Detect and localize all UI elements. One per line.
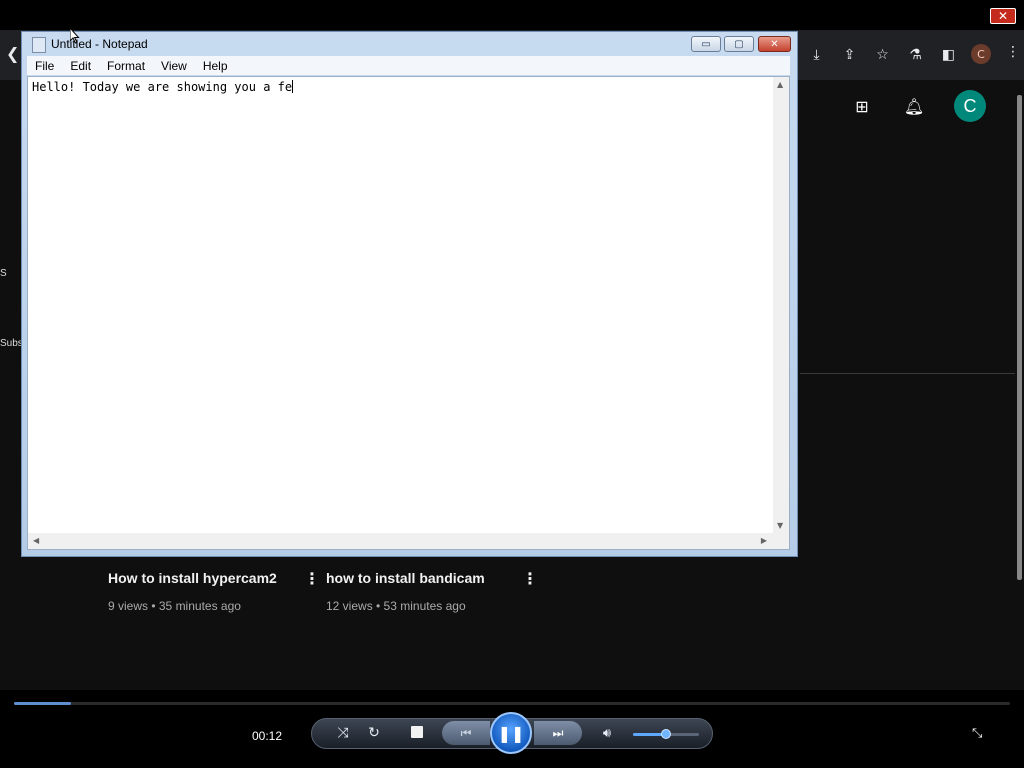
horizontal-scrollbar[interactable]: ◀ ▶: [28, 533, 773, 549]
editor-content[interactable]: Hello! Today we are showing you a fe: [32, 80, 294, 94]
star-icon[interactable]: ☆: [866, 44, 899, 66]
mouse-pointer-icon: [70, 28, 80, 44]
stop-icon[interactable]: [411, 726, 423, 738]
menu-format[interactable]: Format: [99, 59, 153, 73]
more-icon[interactable]: ⋮: [1006, 44, 1020, 60]
video-menu-icon[interactable]: ⋮: [304, 569, 320, 588]
sidepanel-icon[interactable]: ◧: [932, 44, 965, 66]
sidebar-label-short[interactable]: S: [0, 268, 7, 279]
sidebar-label-subscriptions[interactable]: Subs: [0, 338, 23, 349]
minimize-button[interactable]: ▭: [691, 36, 721, 52]
video-title[interactable]: How to install hypercam2: [108, 570, 277, 586]
menu-bar: File Edit Format View Help: [27, 56, 790, 75]
share-icon[interactable]: ⇪: [833, 44, 866, 66]
volume-icon[interactable]: 🔊︎: [598, 724, 616, 742]
shuffle-icon[interactable]: ⤨: [334, 724, 352, 742]
browser-toolbar-icons: ⤓ ⇪ ☆ ⚗ ◧ C: [800, 44, 997, 66]
elapsed-time: 00:12: [252, 729, 283, 743]
transport-controls: ⤨ ↻ ⏮ ❚❚ ⏭ 🔊︎: [311, 712, 713, 754]
notepad-app-icon: [32, 37, 46, 53]
page-scrollbar[interactable]: [1017, 95, 1022, 580]
next-icon[interactable]: ⏭: [534, 721, 582, 745]
notepad-window[interactable]: Untitled - Notepad ▭ ▢ ✕ File Edit Forma…: [21, 31, 798, 557]
notepad-title-bar[interactable]: Untitled - Notepad ▭ ▢ ✕: [22, 32, 797, 56]
download-icon[interactable]: ⤓: [800, 44, 833, 66]
video-menu-icon[interactable]: ⋮: [522, 569, 538, 588]
volume-slider[interactable]: [633, 729, 699, 739]
menu-help[interactable]: Help: [195, 59, 236, 73]
scroll-left-icon[interactable]: ◀: [33, 536, 39, 545]
menu-view[interactable]: View: [153, 59, 195, 73]
scroll-down-icon[interactable]: ▼: [777, 521, 783, 530]
notifications-bell-icon[interactable]: 🔔︎: [902, 94, 926, 118]
create-video-icon[interactable]: ⊞: [850, 94, 874, 118]
seek-bar[interactable]: [14, 702, 1010, 705]
volume-knob[interactable]: [661, 729, 671, 739]
seek-bar-progress: [14, 702, 71, 705]
youtube-header-actions: ⊞ 🔔︎ C: [850, 90, 986, 122]
vertical-scrollbar[interactable]: ▲ ▼: [773, 77, 789, 533]
pause-icon[interactable]: ❚❚: [490, 712, 532, 754]
text-editor[interactable]: Hello! Today we are showing you a fe ▲ ▼…: [27, 76, 790, 550]
repeat-icon[interactable]: ↻: [365, 724, 383, 742]
scroll-right-icon[interactable]: ▶: [761, 536, 767, 545]
player-close-button[interactable]: ✕: [990, 8, 1016, 24]
maximize-button[interactable]: ▢: [724, 36, 754, 52]
close-button[interactable]: ✕: [758, 36, 791, 52]
menu-file[interactable]: File: [27, 59, 62, 73]
youtube-account-avatar[interactable]: C: [954, 90, 986, 122]
window-title: Untitled - Notepad: [51, 37, 148, 51]
profile-avatar[interactable]: C: [971, 44, 991, 64]
video-meta: 12 views • 53 minutes ago: [326, 599, 466, 613]
video-meta: 9 views • 35 minutes ago: [108, 599, 241, 613]
video-title[interactable]: how to install bandicam: [326, 570, 485, 586]
divider: [800, 373, 1015, 374]
scroll-up-icon[interactable]: ▲: [777, 80, 783, 89]
menu-edit[interactable]: Edit: [62, 59, 99, 73]
resize-grip[interactable]: [773, 533, 789, 549]
previous-icon[interactable]: ⏮: [442, 721, 490, 745]
text-caret: [292, 80, 294, 93]
fullscreen-toggle-icon[interactable]: ⤡: [972, 726, 988, 741]
labs-icon[interactable]: ⚗: [899, 44, 932, 66]
